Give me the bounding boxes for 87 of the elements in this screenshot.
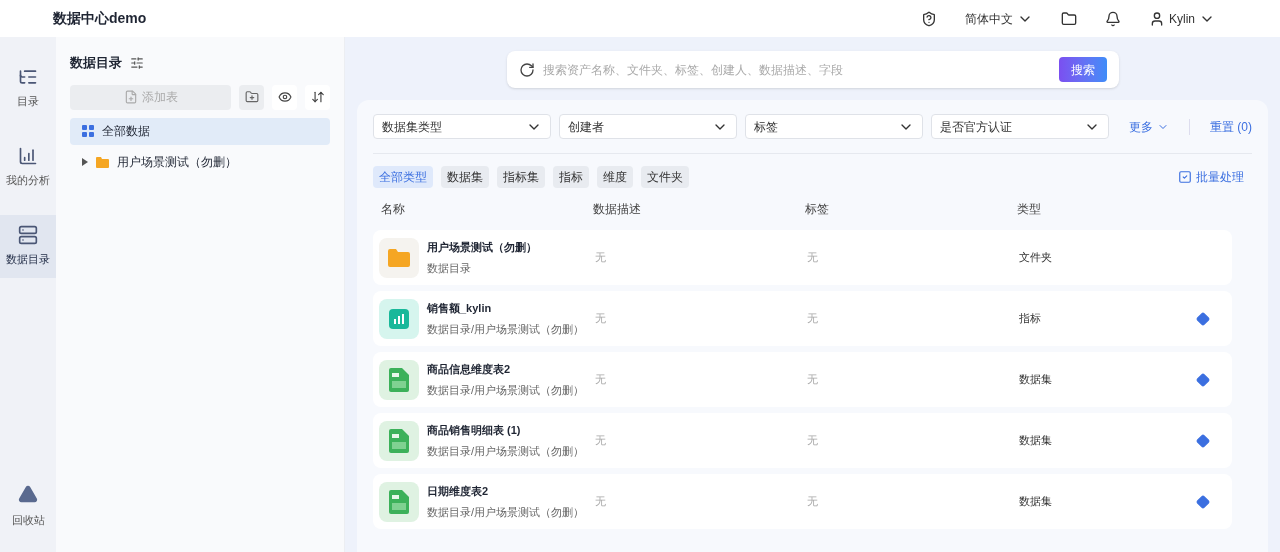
search-button[interactable]: 搜索 xyxy=(1058,57,1107,82)
item-name[interactable]: 商品信息维度表2 xyxy=(427,361,585,378)
table-cell-text: 无 xyxy=(806,311,819,327)
table-cell-text: 无 xyxy=(594,250,607,266)
table-cell-text: 无 xyxy=(806,433,819,449)
item-name[interactable]: 销售额_kylin xyxy=(427,300,585,317)
item-path: 数据目录/用户场景测试（勿删） xyxy=(427,321,585,337)
user-icon xyxy=(1149,10,1165,27)
type-tab[interactable]: 指标 xyxy=(553,166,589,188)
user-menu[interactable]: Kylin xyxy=(1149,9,1215,28)
table-cell-text: 数据集 xyxy=(1019,372,1052,388)
language-dropdown[interactable]: 简体中文 xyxy=(965,9,1033,28)
spreadsheet-icon xyxy=(379,420,419,461)
table-row[interactable]: 商品信息维度表2 数据目录/用户场景测试（勿删） 无 无 数据集 xyxy=(373,352,1232,407)
table-row[interactable]: 销售额_kylin 数据目录/用户场景测试（勿删） 无 无 指标 xyxy=(373,291,1232,346)
table-row[interactable]: 商品销售明细表 (1) 数据目录/用户场景测试（勿删） 无 无 数据集 xyxy=(373,413,1232,468)
spreadsheet-icon xyxy=(379,481,419,522)
column-header: 标签 xyxy=(805,201,830,218)
tree-item[interactable]: 用户场景测试（勿删） xyxy=(70,148,330,176)
table-cell-text: 无 xyxy=(594,433,607,449)
filter-dropdown[interactable]: 创建者 xyxy=(559,114,737,139)
sort-button[interactable] xyxy=(305,84,330,110)
new-folder-button[interactable] xyxy=(239,84,264,110)
chart-icon xyxy=(18,146,38,167)
table-cell-text: 指标 xyxy=(1019,311,1041,327)
table-cell-text: 数据集 xyxy=(1019,494,1052,510)
eye-icon xyxy=(277,90,292,104)
table-cell-text: 无 xyxy=(594,494,607,510)
type-tab[interactable]: 指标集 xyxy=(497,166,545,188)
filter-dropdown[interactable]: 数据集类型 xyxy=(373,114,551,139)
batch-icon xyxy=(1178,170,1192,184)
type-tab[interactable]: 数据集 xyxy=(441,166,489,188)
nav-item[interactable]: 数据目录 xyxy=(0,215,56,278)
item-path: 数据目录/用户场景测试（勿删） xyxy=(427,382,585,398)
panel-title: 数据目录 xyxy=(70,54,122,72)
search-bar[interactable]: 搜索资产名称、文件夹、标签、创建人、数据描述、字段 搜索 xyxy=(506,51,1119,88)
recycle-bin-button[interactable]: 回收站 xyxy=(0,483,56,528)
folder-icon xyxy=(379,237,419,278)
filter-dropdown[interactable]: 标签 xyxy=(745,114,923,139)
app-title: 数据中心demo xyxy=(53,9,147,28)
filter-dropdown[interactable]: 是否官方认证 xyxy=(931,114,1109,139)
table-cell-text: 文件夹 xyxy=(1019,250,1052,266)
nav-item[interactable]: 目录 xyxy=(0,57,56,120)
table-cell-text: 数据集 xyxy=(1019,433,1052,449)
notification-icon[interactable] xyxy=(1105,10,1121,27)
table-cell-text: 无 xyxy=(806,494,819,510)
spreadsheet-icon xyxy=(379,359,419,400)
diamond-icon[interactable] xyxy=(1196,433,1210,448)
table-cell-text: 无 xyxy=(594,372,607,388)
sort-icon xyxy=(310,90,325,104)
column-header: 名称 xyxy=(381,201,406,218)
table-row[interactable]: 用户场景测试（勿删） 数据目录 无 无 文件夹 xyxy=(373,230,1232,285)
table-row[interactable]: 日期维度表2 数据目录/用户场景测试（勿删） 无 无 数据集 xyxy=(373,474,1232,529)
nav-item[interactable]: 我的分析 xyxy=(0,136,56,199)
item-path: 数据目录/用户场景测试（勿删） xyxy=(427,443,585,459)
folder-plus-icon xyxy=(244,90,259,104)
diamond-icon[interactable] xyxy=(1196,311,1210,326)
table-cell-text: 无 xyxy=(806,250,819,266)
type-tab[interactable]: 维度 xyxy=(597,166,633,188)
table-cell-text: 无 xyxy=(806,372,819,388)
settings-icon[interactable] xyxy=(130,55,144,70)
batch-button[interactable]: 批量处理 xyxy=(1178,168,1244,186)
file-plus-icon xyxy=(123,90,138,104)
folder-icon[interactable] xyxy=(1061,10,1077,27)
folder-icon xyxy=(96,156,109,168)
diamond-icon[interactable] xyxy=(1196,372,1210,387)
more-button[interactable]: 更多 xyxy=(1129,117,1169,136)
item-path: 数据目录 xyxy=(427,260,472,276)
search-field[interactable]: 搜索资产名称、文件夹、标签、创建人、数据描述、字段 xyxy=(542,60,1051,79)
diamond-icon[interactable] xyxy=(1196,494,1210,509)
metric-icon xyxy=(379,298,419,339)
grid-icon xyxy=(82,125,94,137)
type-tab[interactable]: 全部类型 xyxy=(373,166,433,188)
type-tab[interactable]: 文件夹 xyxy=(641,166,689,188)
table-cell-text: 无 xyxy=(594,311,607,327)
visibility-button[interactable] xyxy=(272,84,297,110)
column-header: 数据描述 xyxy=(593,201,642,218)
expand-arrow-icon[interactable] xyxy=(82,158,88,166)
column-header: 类型 xyxy=(1017,201,1042,218)
item-name[interactable]: 日期维度表2 xyxy=(427,483,585,500)
reset-button[interactable]: 重置 (0) xyxy=(1210,117,1252,136)
tree-item[interactable]: 全部数据 xyxy=(70,117,330,145)
server-icon xyxy=(18,225,38,246)
item-path: 数据目录/用户场景测试（勿删） xyxy=(427,504,585,520)
item-name[interactable]: 用户场景测试（勿删） xyxy=(427,239,537,256)
help-icon[interactable] xyxy=(921,10,937,27)
item-name[interactable]: 商品销售明细表 (1) xyxy=(427,422,585,439)
